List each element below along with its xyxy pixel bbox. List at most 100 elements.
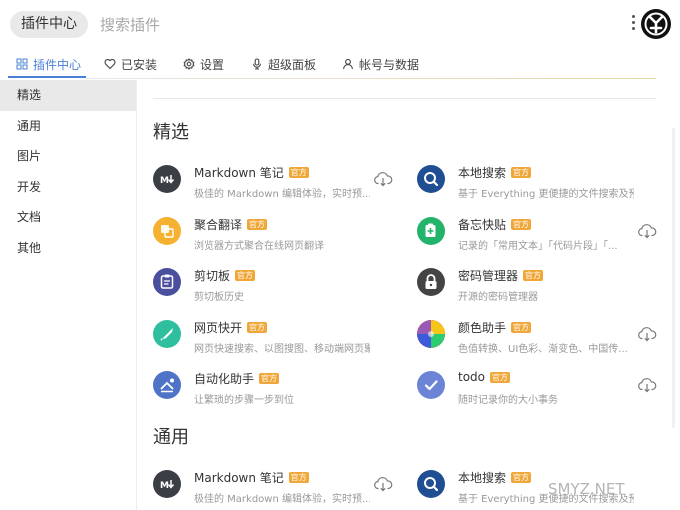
plugin-card[interactable]: 聚合翻译 官方浏览器方式聚合在线网页翻译 [153,212,413,256]
tab-plugin-center[interactable]: 插件中心 [16,50,81,78]
sidebar-item-images[interactable]: 图片 [0,141,136,172]
clipboard-plus-icon [417,216,445,245]
official-badge: 官方 [247,321,268,333]
tab-installed[interactable]: 已安装 [104,50,157,78]
sidebar-item-other[interactable]: 其他 [0,233,136,264]
sidebar-item-documents[interactable]: 文档 [0,202,136,233]
plugin-name-row: 剪切板 官方 [194,267,256,284]
plugin-name: 本地搜索 [458,166,507,180]
cloud-download-icon[interactable] [637,326,657,342]
plugin-name: 密码管理器 [458,269,519,283]
translate-icon [153,216,181,245]
check-icon [417,371,445,399]
plugin-description: 极佳的 Markdown 编辑体验，实时预... [194,189,370,200]
official-badge: 官方 [523,270,544,281]
markdown-icon: M [153,470,181,498]
clipboard-icon [153,268,181,296]
official-badge: 官方 [247,218,268,230]
content-divider [153,98,656,99]
plugin-name-row: 密码管理器 官方 [458,267,544,284]
plugin-name: 本地搜索 [458,471,507,485]
cloud-download-icon[interactable] [373,171,393,187]
plugin-description: 随时记录你的大小事务 [458,395,558,406]
plugin-name: todo [458,370,486,384]
plugin-description: 剪切板历史 [194,292,244,303]
plugin-card[interactable]: 本地搜索 官方 基于 Everything 更便捷的文件搜索及预览 [417,465,677,509]
plugin-card[interactable]: 本地搜索 官方基于 Everything 更便捷的文件搜索及预览 [417,160,677,204]
plugin-name: 自动化助手 [194,372,255,386]
plugin-name-row: Markdown 笔记 官方 [194,164,309,181]
official-badge: 官方 [511,218,532,230]
svg-text:M: M [160,176,169,186]
plugin-name: 聚合翻译 [194,217,243,232]
plugin-card[interactable]: 网页快开 官方网页快速搜索、以图搜图、移动端网页聚合 [153,315,413,359]
tab-label: 设置 [200,57,225,72]
color-wheel-icon [417,319,445,348]
user-icon [342,58,354,70]
official-badge: 官方 [288,167,309,178]
automation-icon [153,371,181,399]
tab-divider [86,78,656,79]
official-badge: 官方 [511,167,532,178]
scrollbar[interactable] [672,128,675,428]
plugin-description: 基于 Everything 更便捷的文件搜索及预览 [458,189,634,200]
app-logo-icon[interactable] [641,9,671,39]
grid-icon [16,58,28,70]
tab-label: 插件中心 [33,57,82,72]
plugin-description: 让繁琐的步骤一步到位 [194,395,294,406]
magnifier-icon [417,165,445,193]
sidebar-item-featured[interactable]: 精选 [0,80,136,111]
plugin-card[interactable]: 自动化助手 官方让繁琐的步骤一步到位 [153,366,413,410]
plugin-card[interactable]: 颜色助手 官方色值转换、UI色彩、渐变色、中国传... [417,315,677,359]
tab-label: 帐号与数据 [359,57,420,72]
tab-account-data[interactable]: 帐号与数据 [342,50,419,78]
sidebar-item-development[interactable]: 开发 [0,172,136,203]
plugin-name: 网页快开 [194,320,243,335]
search-input[interactable] [100,11,520,38]
plugin-card[interactable]: M Markdown 笔记 官方 极佳的 Markdown 编辑体验，实时预... [153,465,413,509]
plugin-card[interactable]: 密码管理器 官方 开源的密码管理器 [417,263,677,307]
plugin-description: 色值转换、UI色彩、渐变色、中国传... [458,343,628,355]
tab-super-panel[interactable]: 超级面板 [251,50,316,78]
tab-settings[interactable]: 设置 [183,50,224,78]
current-view-pill[interactable]: 插件中心 [10,11,88,38]
active-tab-indicator [8,76,86,78]
more-vertical-icon[interactable] [628,15,638,35]
cloud-download-icon[interactable] [637,223,657,239]
tab-bar: 插件中心 已安装 设置 超级面板 帐号与数据 [0,50,680,78]
cloud-download-icon[interactable] [637,377,657,393]
official-badge: 官方 [235,270,256,281]
cloud-download-icon[interactable] [373,476,393,492]
official-badge: 官方 [490,371,511,383]
official-badge: 官方 [511,472,532,483]
plugin-list: 精选 通用 M Markdown 笔记 官方 极佳的 Markdown 编辑体验，实时… [137,80,680,510]
tab-label: 已安装 [121,57,158,72]
category-sidebar: 精选 通用 图片 开发 文档 其他 [0,80,137,510]
plugin-card[interactable]: M Markdown 笔记 官方极佳的 Markdown 编辑体验，实时预... [153,160,413,204]
sidebar-item-general[interactable]: 通用 [0,111,136,142]
markdown-icon: M [153,165,181,193]
rocket-icon [153,319,181,348]
plugin-card[interactable]: 备忘快贴 官方 记录的「常用文本」「代码片段」「... [417,212,677,256]
plugin-name-row: 自动化助手 官方 [194,370,280,387]
tab-label: 超级面板 [268,57,317,72]
plugin-name-row: todo 官方 [458,370,511,384]
official-badge: 官方 [288,472,309,483]
microphone-icon [251,58,263,70]
plugin-name-row: 网页快开 官方 [194,319,268,336]
plugin-name: 剪切板 [194,269,231,283]
plugin-card[interactable]: todo 官方随时记录你的大小事务 [417,366,677,410]
plugin-description: 网页快速搜索、以图搜图、移动端网页聚合 [194,343,370,355]
official-badge: 官方 [511,321,532,333]
plugin-name: Markdown 笔记 [194,471,284,485]
plugin-card[interactable]: 剪切板 官方剪切板历史 [153,263,413,307]
section-title-featured: 精选 [153,122,189,143]
plugin-name-row: 聚合翻译 官方 [194,216,268,233]
plugin-name-row: Markdown 笔记 官方 [194,469,309,486]
magnifier-icon [417,470,445,498]
plugin-name: 备忘快贴 [458,217,507,232]
plugin-description: 浏览器方式聚合在线网页翻译 [194,240,324,252]
heart-icon [104,58,116,70]
plugin-name-row: 颜色助手 官方 [458,319,532,336]
watermark: SMYZ.NET [548,480,625,498]
